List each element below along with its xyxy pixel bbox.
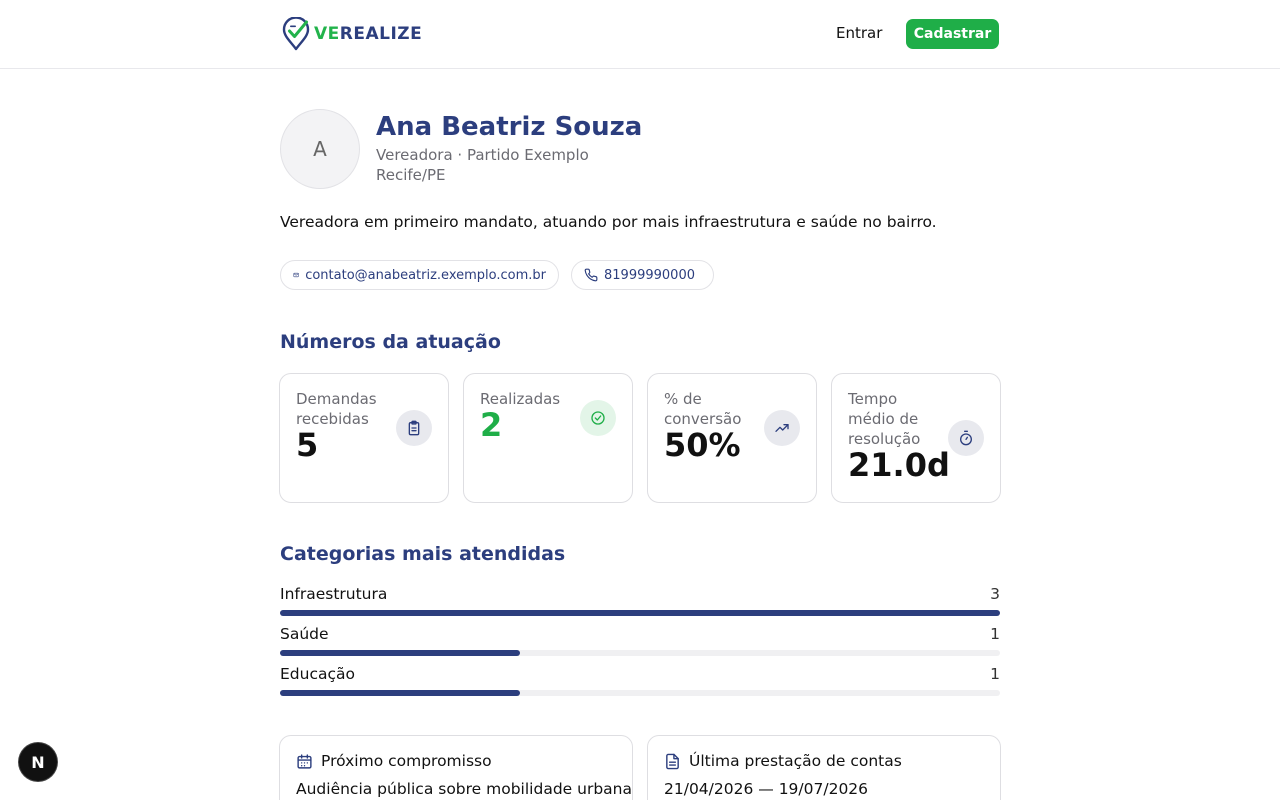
category-label: Educação <box>280 665 355 683</box>
stat-value: 21.0d <box>848 446 950 484</box>
signup-button[interactable]: Cadastrar <box>906 19 999 49</box>
email-text: contato@anabeatriz.exemplo.com.br <box>305 267 546 283</box>
category-label: Saúde <box>280 625 329 643</box>
email-contact-chip[interactable]: contato@anabeatriz.exemplo.com.br <box>280 260 559 290</box>
accounts-period: 21/04/2026 — 19/07/2026 <box>664 780 869 798</box>
category-count: 3 <box>990 585 1000 603</box>
category-count: 1 <box>990 665 1000 683</box>
check-circle-icon <box>580 400 616 436</box>
category-bar <box>280 690 1000 696</box>
top-navbar: VEREALIZE Entrar Cadastrar <box>0 0 1280 69</box>
stat-value: 2 <box>480 406 503 444</box>
document-icon <box>666 753 679 769</box>
phone-icon <box>584 268 598 282</box>
timer-icon <box>948 420 984 456</box>
profile-bio: Vereadora em primeiro mandato, atuando p… <box>280 213 937 231</box>
category-count: 1 <box>990 625 1000 643</box>
phone-contact-chip[interactable]: 81999990000 <box>571 260 714 290</box>
stat-card-conversion: % de conversão 50% <box>647 373 817 503</box>
stat-label: % de conversão <box>664 390 742 428</box>
category-bar <box>280 610 1000 616</box>
clipboard-icon <box>396 410 432 446</box>
profile-city: Recife/PE <box>376 166 446 184</box>
stat-value: 5 <box>296 426 319 464</box>
dev-tools-button[interactable]: N <box>19 743 57 781</box>
mail-icon <box>293 272 299 278</box>
next-event-heading: Próximo compromisso <box>296 751 492 771</box>
stats-section-title: Números da atuação <box>280 331 501 353</box>
stat-card-received: Demandas recebidas 5 <box>279 373 449 503</box>
stat-label: Demandas recebidas <box>296 390 377 428</box>
stat-card-completed: Realizadas 2 <box>463 373 633 503</box>
category-bar <box>280 650 1000 656</box>
category-bar-fill <box>280 610 1000 616</box>
phone-text: 81999990000 <box>604 267 695 283</box>
stat-value: 50% <box>664 426 741 464</box>
accounts-card[interactable]: Última prestação de contas 21/04/2026 — … <box>647 735 1001 800</box>
profile-name: Ana Beatriz Souza <box>376 112 643 142</box>
verealize-logo[interactable]: VEREALIZE <box>281 17 422 51</box>
accounts-heading: Última prestação de contas <box>664 751 902 771</box>
logo-pin-icon <box>282 17 310 51</box>
category-bar-fill <box>280 690 520 696</box>
logo-wordmark: VEREALIZE <box>314 23 423 44</box>
categories-section-title: Categorias mais atendidas <box>280 543 566 565</box>
avatar: A <box>280 109 360 189</box>
login-link[interactable]: Entrar <box>836 23 882 43</box>
profile-role: Vereadora · Partido Exemplo <box>376 146 589 164</box>
next-event-card[interactable]: Próximo compromisso Audiência pública so… <box>279 735 633 800</box>
category-bar-fill <box>280 650 520 656</box>
calendar-icon <box>297 753 312 769</box>
stat-card-avg-time: Tempo médio de resolução 21.0d <box>831 373 1001 503</box>
next-event-title: Audiência pública sobre mobilidade urban… <box>296 780 632 798</box>
category-label: Infraestrutura <box>280 585 388 603</box>
trending-up-icon <box>764 410 800 446</box>
stat-label: Tempo médio de resolução <box>848 390 921 448</box>
